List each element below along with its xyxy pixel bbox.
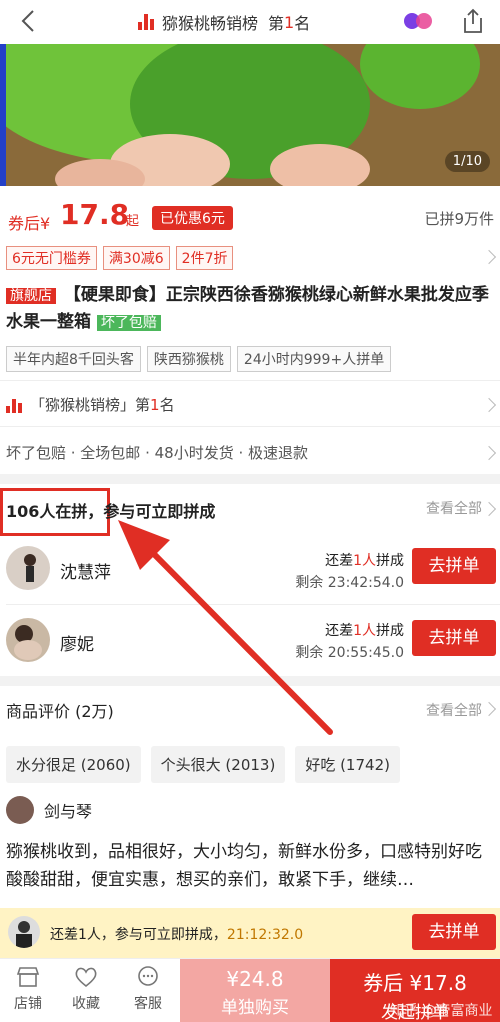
top-bar: 猕猴桃畅销榜 第 1 名	[0, 0, 500, 44]
rank-chevron-icon[interactable]	[481, 397, 497, 413]
coupon-tag[interactable]: 2件7折	[175, 246, 234, 270]
ranking-bars-icon	[6, 397, 22, 413]
rank-number: 1	[284, 12, 295, 32]
strip-time: 21:12:32.0	[226, 927, 304, 943]
member-need: 还差1人拼成	[325, 620, 404, 640]
member-need: 还差1人拼成	[325, 550, 404, 570]
share-icon[interactable]	[460, 7, 486, 35]
reviews-title: 商品评价 (2万)	[6, 702, 114, 721]
guarantee-tag: 坏了包赔	[96, 315, 161, 331]
image-edge	[0, 44, 6, 186]
rank-title-pre: 第	[268, 14, 285, 33]
favorite-nav[interactable]: 收藏	[58, 965, 114, 1013]
need-post: 拼成	[376, 553, 404, 569]
solo-price: ¥24.8	[226, 967, 284, 991]
section-gap	[0, 676, 500, 686]
rank-link[interactable]: 「猕猴桃销榜」第 1 名	[6, 394, 175, 415]
store-nav[interactable]: 店铺	[0, 965, 56, 1013]
brand-logo-icon[interactable]	[402, 12, 434, 30]
feature-tag: 陕西猕猴桃	[146, 346, 231, 372]
join-group-button[interactable]: 去拼单	[412, 914, 496, 950]
need-post: 拼成	[376, 623, 404, 639]
rank-link-text: 「猕猴桃销榜」第	[30, 396, 151, 414]
group-member-row: 沈慧萍 还差1人拼成 剩余 23:42:54.0 去拼单	[0, 534, 500, 604]
review-tag[interactable]: 个头很大 (2013)	[150, 746, 286, 783]
rank-title[interactable]: 猕猴桃畅销榜 第 1 名	[138, 10, 310, 34]
coupon-tag[interactable]: 满30减6	[102, 246, 170, 270]
divider	[0, 426, 500, 427]
rank-link-number: 1	[150, 395, 160, 414]
avatar	[6, 546, 50, 590]
member-remaining-time: 剩余 20:55:45.0	[295, 645, 404, 661]
flagship-store-tag: 旗舰店	[6, 288, 56, 304]
strip-text: 还差1人，参与可立即拼成，21:12:32.0	[50, 924, 303, 944]
reviews-view-all[interactable]: 查看全部	[426, 700, 482, 720]
avatar	[6, 796, 34, 824]
chat-icon	[138, 966, 158, 986]
heart-icon	[75, 967, 97, 988]
feature-tag: 24小时内999+人拼单	[236, 346, 392, 372]
review-tags: 水分很足 (2060) 个头很大 (2013) 好吃 (1742)	[6, 746, 400, 783]
group-view-all[interactable]: 查看全部	[426, 498, 482, 518]
favorite-label: 收藏	[72, 996, 100, 1012]
reviewer-name: 剑与琴	[44, 802, 93, 821]
product-title-text: 【硬果即食】正宗陕西徐香猕猴桃绿心新鲜水果批发应季水果一整箱	[6, 285, 489, 332]
watermark: 知乎 @帝富商业	[390, 1003, 493, 1019]
coupon-chevron-icon[interactable]	[481, 249, 497, 265]
divider	[0, 380, 500, 381]
need-pre: 还差	[325, 623, 354, 639]
review-tag[interactable]: 好吃 (1742)	[295, 746, 400, 783]
need-pre: 还差	[325, 553, 354, 569]
group-member-row: 廖妮 还差1人拼成 剩余 20:55:45.0 去拼单	[0, 604, 500, 674]
feature-tags: 半年内超8千回头客 陕西猕猴桃 24小时内999+人拼单	[6, 346, 392, 372]
join-group-button[interactable]: 去拼单	[412, 548, 496, 584]
service-chevron-icon[interactable]	[481, 445, 497, 461]
sold-count: 已拼9万件	[424, 210, 494, 228]
product-title: 旗舰店 【硬果即食】正宗陕西徐香猕猴桃绿心新鲜水果批发应季水果一整箱 坏了包赔	[6, 282, 494, 336]
group-price: 券后 ¥17.8	[363, 971, 467, 995]
price-prefix: 券后¥	[8, 214, 51, 233]
feature-tag: 半年内超8千回头客	[6, 346, 141, 372]
member-remaining-time: 剩余 23:42:54.0	[295, 575, 404, 591]
join-group-button[interactable]: 去拼单	[412, 620, 496, 656]
join-prompt-strip: 还差1人，参与可立即拼成，21:12:32.0 去拼单	[0, 908, 500, 958]
rank-link-post: 名	[159, 396, 175, 414]
service-label: 客服	[134, 996, 162, 1012]
kiwi-photo	[0, 44, 500, 186]
solo-label: 单独购买	[221, 998, 289, 1018]
group-buy-title: 106人在拼，参与可立即拼成	[6, 502, 216, 521]
review-text[interactable]: 猕猴桃收到，品相很好，大小均匀，新鲜水份多，口感特别好吃酸酸甜甜，便宜实惠，想买…	[6, 838, 496, 894]
ranking-bars-icon	[138, 14, 154, 30]
need-count: 1人	[353, 623, 376, 639]
coupon-tag[interactable]: 6元无门槛券	[6, 246, 97, 270]
reviews-chevron-icon[interactable]	[481, 701, 497, 717]
service-nav[interactable]: 客服	[120, 965, 176, 1013]
reviewer: 剑与琴	[6, 796, 92, 824]
coupon-list[interactable]: 6元无门槛券 满30减6 2件7折	[6, 246, 234, 270]
store-label: 店铺	[14, 996, 42, 1012]
price-qi: 起	[126, 214, 140, 229]
discount-badge: 已优惠6元	[152, 206, 233, 230]
buy-alone-button[interactable]: ¥24.8 单独购买	[180, 959, 330, 1022]
need-count: 1人	[353, 553, 376, 569]
image-page-indicator: 1/10	[444, 151, 490, 172]
product-image[interactable]: 1/10	[0, 44, 500, 186]
service-guarantees[interactable]: 坏了包赔 · 全场包邮 · 48小时发货 · 极速退款	[6, 442, 308, 463]
price-row: 券后¥ 17.8 起 已优惠6元 已拼9万件	[0, 196, 500, 240]
section-gap	[0, 474, 500, 484]
review-tag[interactable]: 水分很足 (2060)	[6, 746, 141, 783]
member-name: 沈慧萍	[60, 563, 111, 583]
avatar	[6, 618, 50, 662]
avatar	[8, 916, 40, 948]
member-name: 廖妮	[60, 635, 94, 655]
price-value: 17.8	[60, 198, 130, 231]
strip-message: 还差1人，参与可立即拼成，	[50, 927, 227, 943]
back-arrow-icon[interactable]	[16, 8, 42, 34]
rank-title-post: 名	[294, 14, 311, 33]
group-buy-header: 106人在拼，参与可立即拼成 查看全部	[0, 488, 500, 536]
rank-title-text: 猕猴桃畅销榜	[162, 14, 259, 33]
store-icon	[16, 967, 40, 987]
